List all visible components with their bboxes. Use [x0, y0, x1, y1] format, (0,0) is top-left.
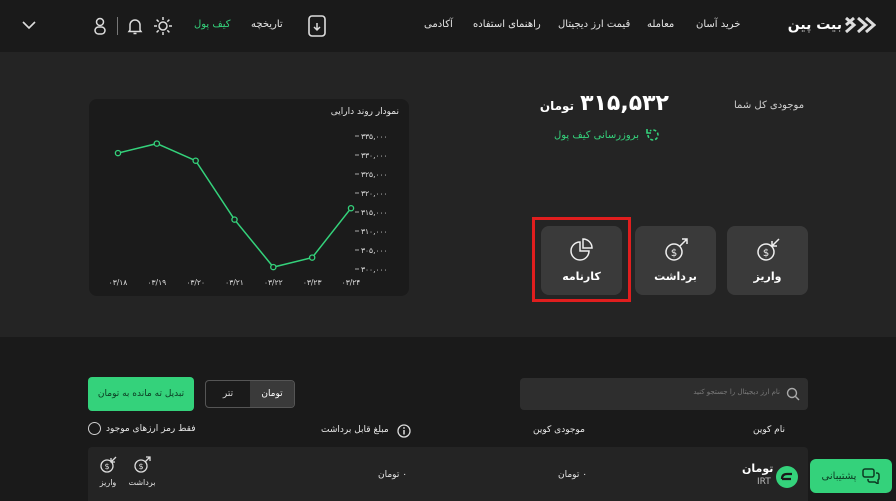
y-tick-label: ۳۱۰,۰۰۰ — [361, 227, 388, 236]
withdraw-icon: $ — [665, 238, 688, 261]
nav-guide[interactable]: راهنمای استفاده — [473, 19, 541, 30]
refresh-icon — [646, 129, 659, 141]
notification-bell-icon[interactable] — [125, 16, 145, 36]
logo-icon — [845, 16, 876, 34]
deposit-label: واریز — [753, 270, 782, 283]
series-line — [117, 142, 352, 268]
total-balance: ۳۱۵,۵۳۲ تومان — [540, 91, 669, 116]
filter-available-coins[interactable]: فقط رمز ارزهای موجود — [88, 422, 196, 435]
top-header: بیت پین خرید آسان معامله قیمت ارز دیجیتا… — [0, 0, 896, 52]
y-tick-label: ۳۳۰,۰۰۰ — [361, 151, 388, 160]
deposit-button[interactable]: $ واریز — [727, 226, 808, 295]
x-tick-label: ۰۳/۱۸ — [109, 278, 128, 287]
y-tick-label: ۳۲۵,۰۰۰ — [361, 170, 388, 179]
support-label: پشتیبانی — [821, 470, 857, 482]
y-tick-label: ۳۱۵,۰۰۰ — [361, 208, 388, 217]
y-tick-label: ۳۰۰,۰۰۰ — [361, 265, 388, 274]
total-balance-value: ۳۱۵,۵۳۲ — [580, 91, 669, 116]
header-coin-balance: موجودی کوین — [533, 425, 585, 435]
header-withdrawable: مبلغ قابل برداشت — [321, 425, 389, 435]
y-tick-label: ۳۲۰,۰۰۰ — [361, 189, 388, 198]
svg-text:$: $ — [104, 462, 109, 471]
asset-trend-chart: نمودار روند دارایی ۳۰۰,۰۰۰ ۳۰۵,۰۰۰ ۳۱۰,۰۰۰… — [89, 99, 409, 296]
coin-search-box[interactable]: نام ارز دیجیتال را جستجو کنید — [520, 378, 808, 410]
search-icon — [786, 387, 800, 401]
data-point[interactable] — [192, 157, 199, 164]
convert-dust-button[interactable]: تبدیل ته مانده به تومان — [88, 377, 194, 411]
logo[interactable]: بیت پین — [786, 14, 876, 36]
x-tick-label: ۰۳/۲۰ — [186, 278, 205, 287]
coin-balance-value: ۰ تومان — [558, 470, 588, 480]
info-icon[interactable] — [397, 424, 411, 438]
x-tick-label: ۰۳/۲۱ — [225, 278, 244, 287]
refresh-wallet-label: بروزرسانی کیف پول — [553, 129, 639, 141]
data-point[interactable] — [308, 254, 316, 261]
user-profile-icon[interactable] — [90, 16, 110, 36]
data-point[interactable] — [153, 140, 161, 147]
total-balance-unit: تومان — [539, 99, 575, 113]
withdraw-icon: $ — [134, 456, 151, 473]
chat-support-icon — [862, 468, 881, 484]
x-tick-label: ۰۳/۱۹ — [148, 278, 167, 287]
deposit-icon: $ — [757, 238, 780, 261]
x-tick-label: ۰۳/۲۲ — [264, 278, 283, 287]
data-point[interactable] — [347, 204, 355, 212]
header-coin-name: نام کوین — [753, 425, 785, 435]
y-tick-label: ۳۳۵,۰۰۰ — [361, 132, 388, 141]
header-divider — [117, 17, 118, 35]
nav-trade[interactable]: معامله — [647, 19, 674, 30]
deposit-icon: $ — [100, 456, 117, 473]
chevron-down-icon[interactable] — [22, 20, 36, 30]
coin-name: تومان — [742, 462, 774, 475]
y-tick-label: ۳۰۵,۰۰۰ — [361, 246, 388, 255]
currency-toggle: تتر تومان — [205, 380, 295, 408]
svg-text:$: $ — [138, 462, 143, 471]
nav-history[interactable]: تاریخچه — [251, 19, 283, 30]
row-withdraw-label: برداشت — [128, 478, 156, 487]
data-point[interactable] — [114, 149, 122, 157]
nav-wallet[interactable]: کیف پول — [194, 19, 231, 30]
total-balance-label: موجودی کل شما — [734, 100, 805, 111]
refresh-wallet-button[interactable]: بروزرسانی کیف پول — [554, 127, 661, 143]
nav-crypto-price[interactable]: قیمت ارز دیجیتال — [558, 19, 630, 30]
data-point[interactable] — [270, 263, 277, 271]
theme-sun-icon[interactable] — [153, 16, 173, 36]
row-deposit-label: واریز — [99, 478, 117, 487]
support-button[interactable]: پشتیبانی — [810, 459, 892, 493]
chart-plot: ۳۰۰,۰۰۰ ۳۰۵,۰۰۰ ۳۱۰,۰۰۰ ۳۱۵,۰۰۰ ۳۲۰,۰۰۰ ۳۲۵,۰… — [109, 132, 388, 287]
x-tick-label: ۰۳/۲۳ — [303, 278, 322, 287]
toman-coin-icon — [776, 466, 798, 488]
nav-easy-buy[interactable]: خرید آسان — [696, 19, 740, 30]
withdraw-button[interactable]: $ برداشت — [635, 226, 716, 295]
data-point[interactable] — [231, 216, 238, 223]
coin-symbol: IRT — [757, 477, 771, 487]
svg-text:$: $ — [671, 248, 677, 259]
filter-checkbox[interactable] — [88, 422, 101, 435]
withdraw-label: برداشت — [654, 270, 697, 283]
toggle-tether[interactable]: تتر — [206, 381, 250, 407]
svg-text:$: $ — [763, 248, 769, 259]
table-row — [88, 447, 808, 501]
nav-academy[interactable]: آکادمی — [424, 19, 453, 30]
logo-text: بیت پین — [787, 17, 842, 33]
row-withdraw-button[interactable]: $ برداشت — [125, 456, 159, 487]
filter-available-label: فقط رمز ارزهای موجود — [106, 423, 196, 434]
row-deposit-button[interactable]: $ واریز — [91, 456, 125, 487]
x-tick-label: ۰۳/۲۴ — [342, 278, 361, 287]
search-input[interactable]: نام ارز دیجیتال را جستجو کنید — [693, 388, 780, 396]
withdrawable-value: ۰ تومان — [378, 470, 408, 480]
highlight-box — [532, 217, 631, 302]
toggle-toman[interactable]: تومان — [250, 381, 294, 407]
wallet-download-icon[interactable] — [306, 14, 328, 38]
